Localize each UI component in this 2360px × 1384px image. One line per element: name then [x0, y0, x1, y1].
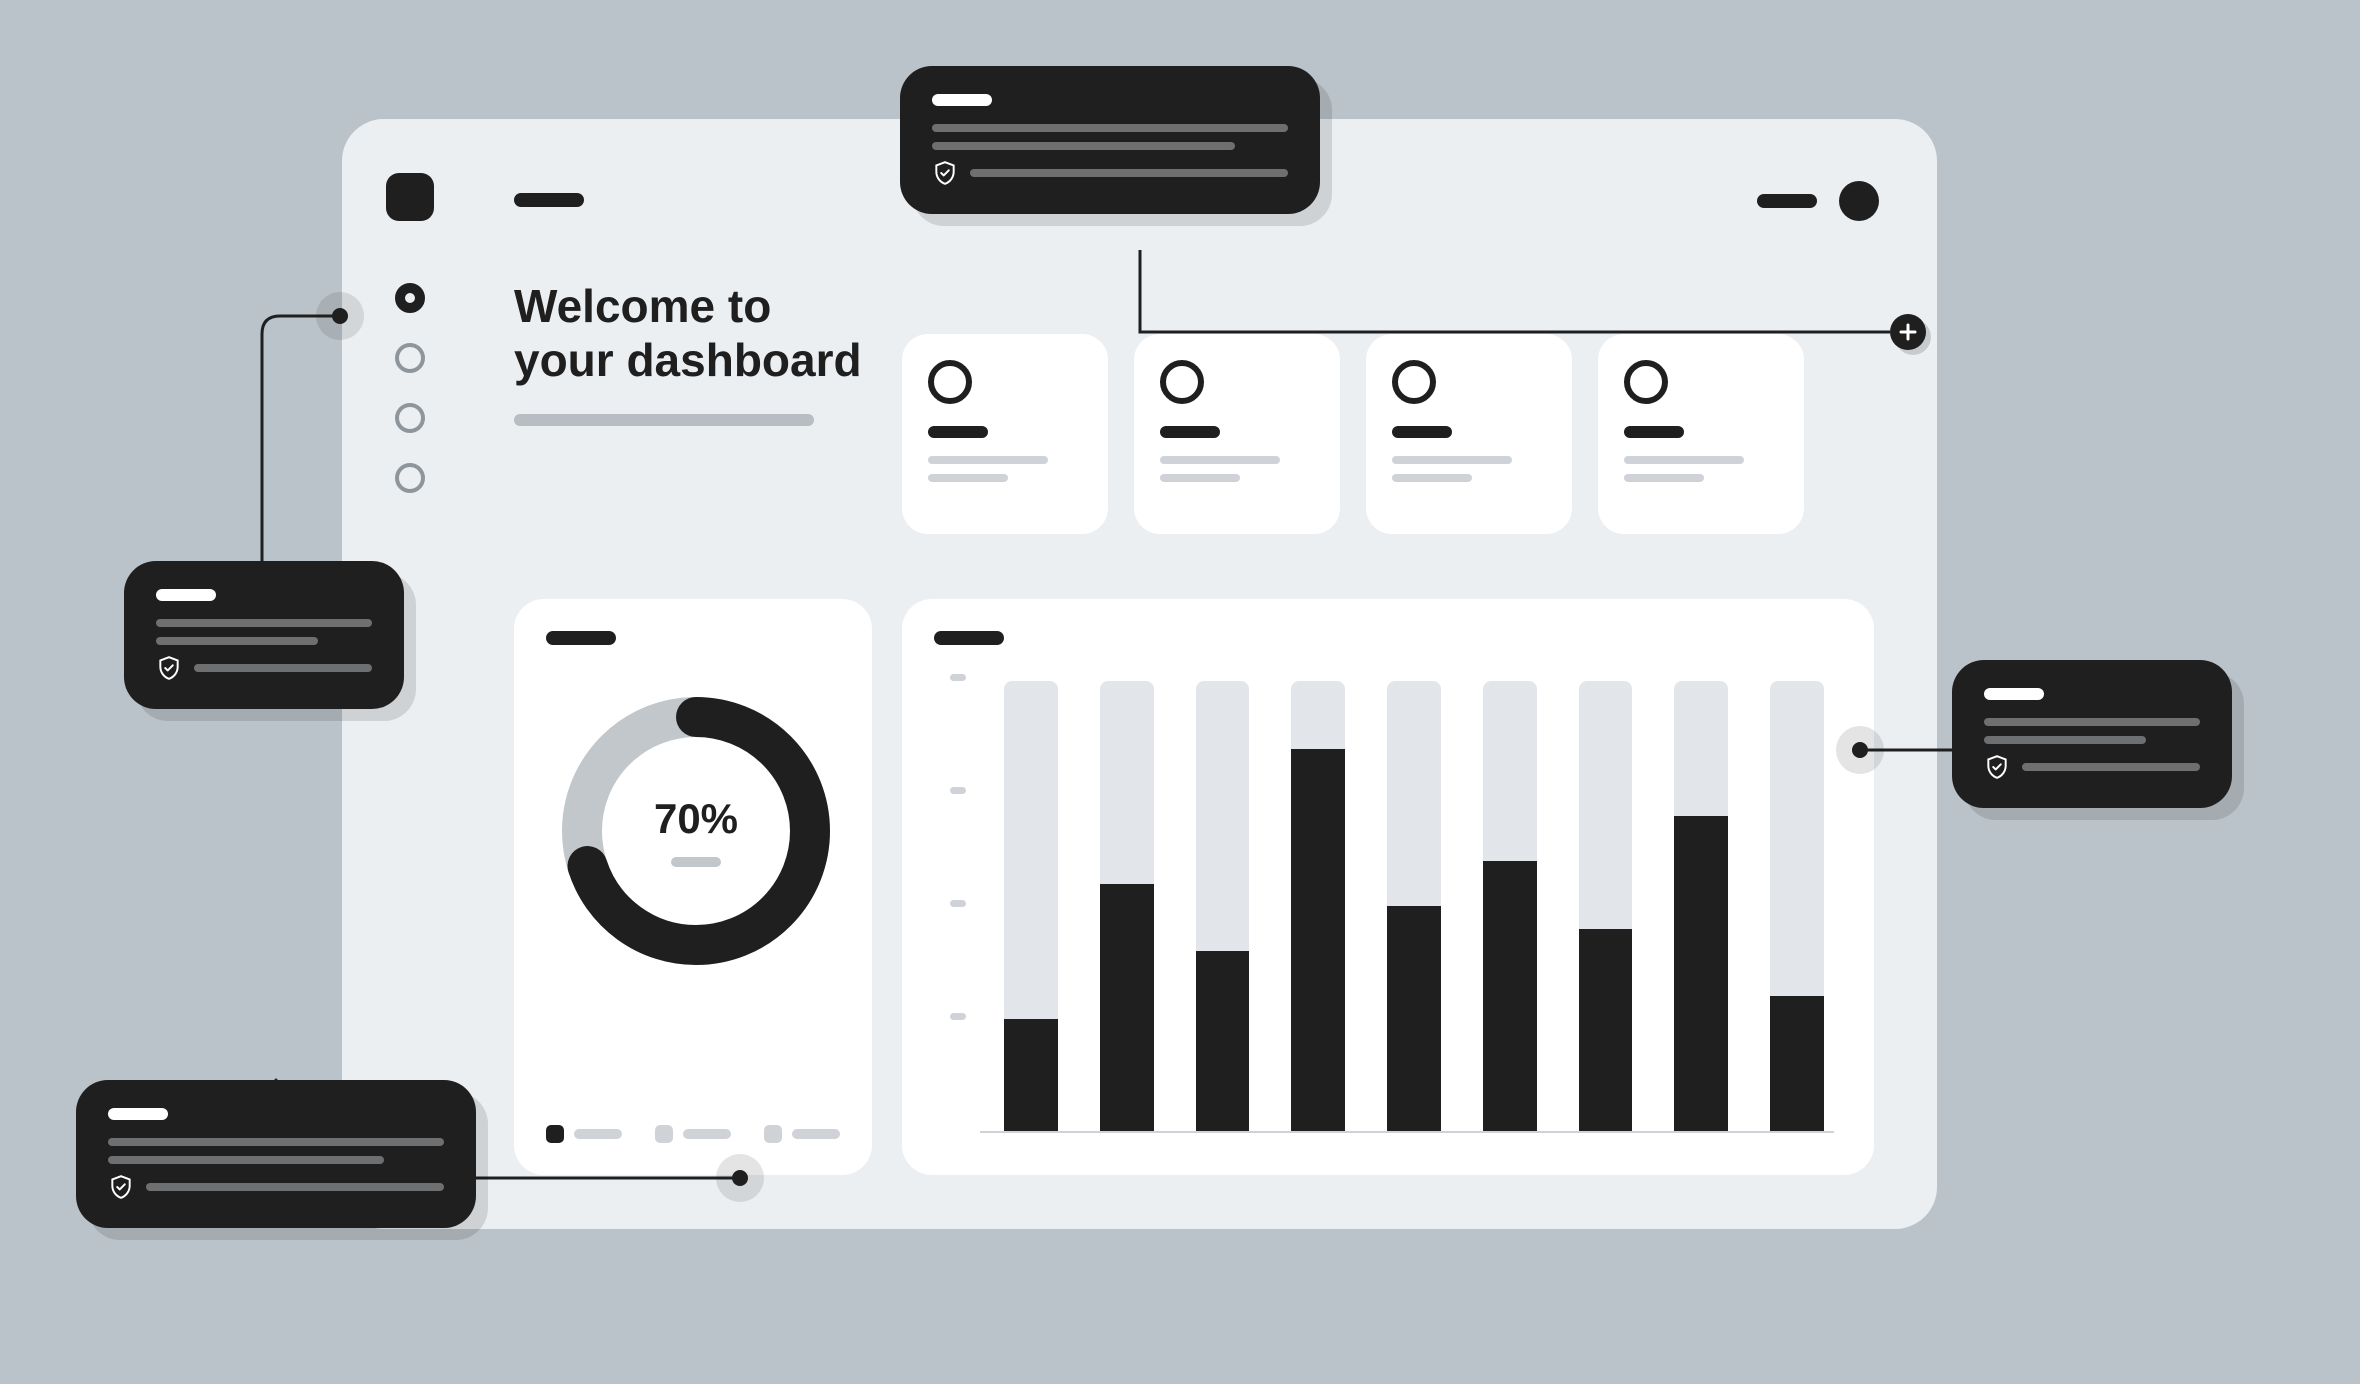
axis-tick	[950, 1013, 966, 1020]
kpi-text-placeholder	[928, 474, 1008, 482]
legend-item[interactable]	[764, 1125, 840, 1143]
avatar[interactable]	[1839, 181, 1879, 221]
legend-label-placeholder	[574, 1129, 622, 1139]
sidebar-item-3[interactable]	[395, 403, 425, 433]
dashboard-window: Welcome to your dashboard	[342, 119, 1937, 1229]
legend-item[interactable]	[546, 1125, 622, 1143]
callout-text-placeholder	[1984, 718, 2200, 726]
legend-item[interactable]	[655, 1125, 731, 1143]
kpi-text-placeholder	[1160, 474, 1240, 482]
bar-column[interactable]	[1004, 681, 1058, 1131]
sidebar-item-1[interactable]	[395, 283, 425, 313]
axis-tick	[950, 787, 966, 794]
bar-column[interactable]	[1387, 681, 1441, 1131]
bar-column[interactable]	[1100, 681, 1154, 1131]
callout-text-placeholder	[156, 619, 372, 627]
bar-heading-placeholder	[934, 631, 1004, 645]
bar-column[interactable]	[1483, 681, 1537, 1131]
welcome-block: Welcome to your dashboard	[514, 279, 862, 426]
bar-chart-card	[902, 599, 1874, 1175]
kpi-card[interactable]	[1134, 334, 1340, 534]
sidebar	[380, 173, 440, 493]
axis-tick	[950, 900, 966, 907]
shield-check-icon	[108, 1174, 134, 1200]
kpi-text-placeholder	[1392, 456, 1512, 464]
bar-baseline	[980, 1131, 1834, 1133]
kpi-heading-placeholder	[1624, 426, 1684, 438]
donut-sub-placeholder	[671, 857, 721, 867]
kpi-text-placeholder	[1624, 474, 1704, 482]
callout-anchor	[732, 1170, 748, 1186]
legend-swatch	[764, 1125, 782, 1143]
callout-text-placeholder	[108, 1156, 384, 1164]
callout-card	[1952, 660, 2232, 808]
bar-column[interactable]	[1674, 681, 1728, 1131]
legend-swatch	[546, 1125, 564, 1143]
callout-text-placeholder	[156, 637, 318, 645]
callout-heading-placeholder	[1984, 688, 2044, 700]
shield-check-icon	[1984, 754, 2010, 780]
circle-icon	[1160, 360, 1204, 404]
callout-heading-placeholder	[156, 589, 216, 601]
donut-chart: 70%	[546, 681, 846, 981]
callout-card	[76, 1080, 476, 1228]
kpi-text-placeholder	[1160, 456, 1280, 464]
callout-text-placeholder	[932, 142, 1235, 150]
kpi-card[interactable]	[1598, 334, 1804, 534]
kpi-heading-placeholder	[928, 426, 988, 438]
user-label-placeholder	[1757, 194, 1817, 208]
axis-tick	[950, 674, 966, 681]
callout-heading-placeholder	[108, 1108, 168, 1120]
bar-column[interactable]	[1291, 681, 1345, 1131]
bar-column[interactable]	[1770, 681, 1824, 1131]
callout-anchor	[1852, 742, 1868, 758]
donut-heading-placeholder	[546, 631, 616, 645]
callout-card	[900, 66, 1320, 214]
shield-check-icon	[156, 655, 182, 681]
shield-check-icon	[932, 160, 958, 186]
add-button[interactable]	[1890, 314, 1926, 350]
legend-label-placeholder	[683, 1129, 731, 1139]
callout-text-placeholder	[932, 124, 1288, 132]
callout-card	[124, 561, 404, 709]
kpi-text-placeholder	[928, 456, 1048, 464]
callout-anchor	[332, 308, 348, 324]
callout-text-placeholder	[108, 1138, 444, 1146]
breadcrumb-placeholder	[514, 193, 584, 207]
bar-chart	[950, 681, 1834, 1133]
kpi-text-placeholder	[1624, 456, 1744, 464]
donut-value: 70%	[654, 795, 738, 843]
circle-icon	[928, 360, 972, 404]
callout-heading-placeholder	[932, 94, 992, 106]
donut-legend	[546, 1125, 840, 1143]
circle-icon	[1392, 360, 1436, 404]
bar-column[interactable]	[1579, 681, 1633, 1131]
kpi-text-placeholder	[1392, 474, 1472, 482]
callout-text-placeholder	[1984, 736, 2146, 744]
donut-card: 70%	[514, 599, 872, 1175]
legend-label-placeholder	[792, 1129, 840, 1139]
plus-icon	[1899, 323, 1917, 341]
kpi-heading-placeholder	[1392, 426, 1452, 438]
topbar-right	[1757, 181, 1879, 221]
kpi-heading-placeholder	[1160, 426, 1220, 438]
kpi-row	[902, 334, 1804, 534]
circle-icon	[1624, 360, 1668, 404]
page-subtitle-placeholder	[514, 414, 814, 426]
kpi-card[interactable]	[902, 334, 1108, 534]
sidebar-item-2[interactable]	[395, 343, 425, 373]
sidebar-item-4[interactable]	[395, 463, 425, 493]
bar-column[interactable]	[1196, 681, 1250, 1131]
page-title: Welcome to your dashboard	[514, 279, 862, 388]
app-logo[interactable]	[386, 173, 434, 221]
kpi-card[interactable]	[1366, 334, 1572, 534]
legend-swatch	[655, 1125, 673, 1143]
